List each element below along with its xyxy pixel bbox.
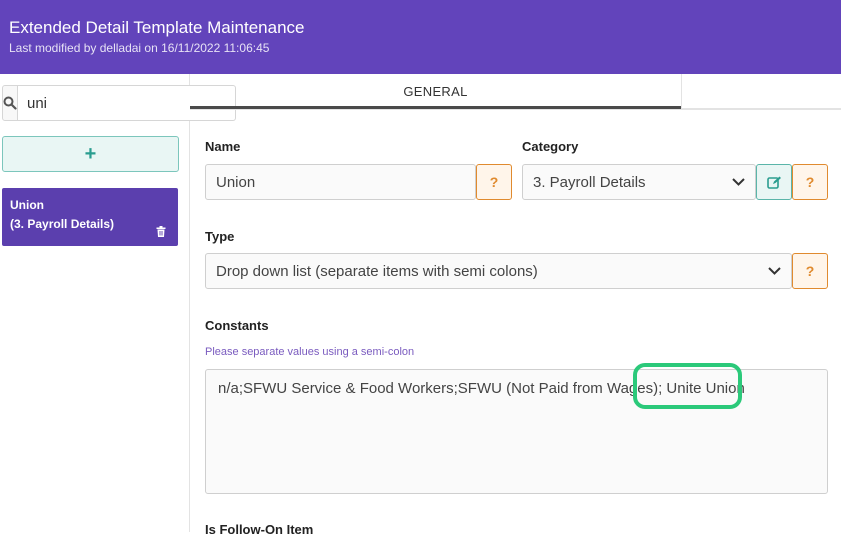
- type-select[interactable]: Drop down list (separate items with semi…: [205, 253, 792, 289]
- tab-secondary[interactable]: [681, 74, 841, 109]
- add-template-button[interactable]: +: [2, 136, 179, 172]
- edit-icon: [766, 176, 781, 189]
- sidebar: + Union (3. Payroll Details): [0, 74, 236, 532]
- type-label: Type: [205, 229, 235, 244]
- list-item[interactable]: Union (3. Payroll Details): [2, 188, 178, 246]
- category-edit-button[interactable]: [756, 164, 792, 200]
- follow-on-label: Is Follow-On Item: [205, 522, 314, 537]
- trash-icon[interactable]: [156, 224, 166, 243]
- constants-hint: Please separate values using a semi-colo…: [205, 346, 415, 358]
- plus-icon: +: [84, 142, 97, 165]
- category-label: Category: [522, 139, 579, 154]
- chevron-down-icon: [768, 267, 781, 275]
- chevron-down-icon: [732, 178, 745, 186]
- tab-bar: GENERAL: [190, 74, 841, 110]
- search-group: [2, 85, 236, 121]
- category-select[interactable]: 3. Payroll Details: [522, 164, 756, 200]
- search-button[interactable]: [2, 85, 18, 121]
- tab-general[interactable]: GENERAL: [190, 74, 681, 109]
- list-item-name: Union: [10, 198, 44, 212]
- page-title: Extended Detail Template Maintenance: [9, 18, 305, 37]
- highlight-annotation: [633, 363, 742, 409]
- category-help-button[interactable]: ?: [792, 164, 828, 200]
- constants-label: Constants: [205, 318, 269, 333]
- name-help-button[interactable]: ?: [476, 164, 512, 200]
- name-input[interactable]: [205, 164, 476, 200]
- page-header: Extended Detail Template Maintenance Las…: [0, 0, 841, 74]
- type-help-button[interactable]: ?: [792, 253, 828, 289]
- category-select-value: 3. Payroll Details: [533, 173, 646, 191]
- name-label: Name: [205, 139, 241, 154]
- list-item-category: (3. Payroll Details): [10, 217, 115, 231]
- type-select-value: Drop down list (separate items with semi…: [216, 262, 538, 280]
- last-modified-text: Last modified by delladai on 16/11/2022 …: [9, 41, 270, 55]
- search-icon: [3, 96, 17, 110]
